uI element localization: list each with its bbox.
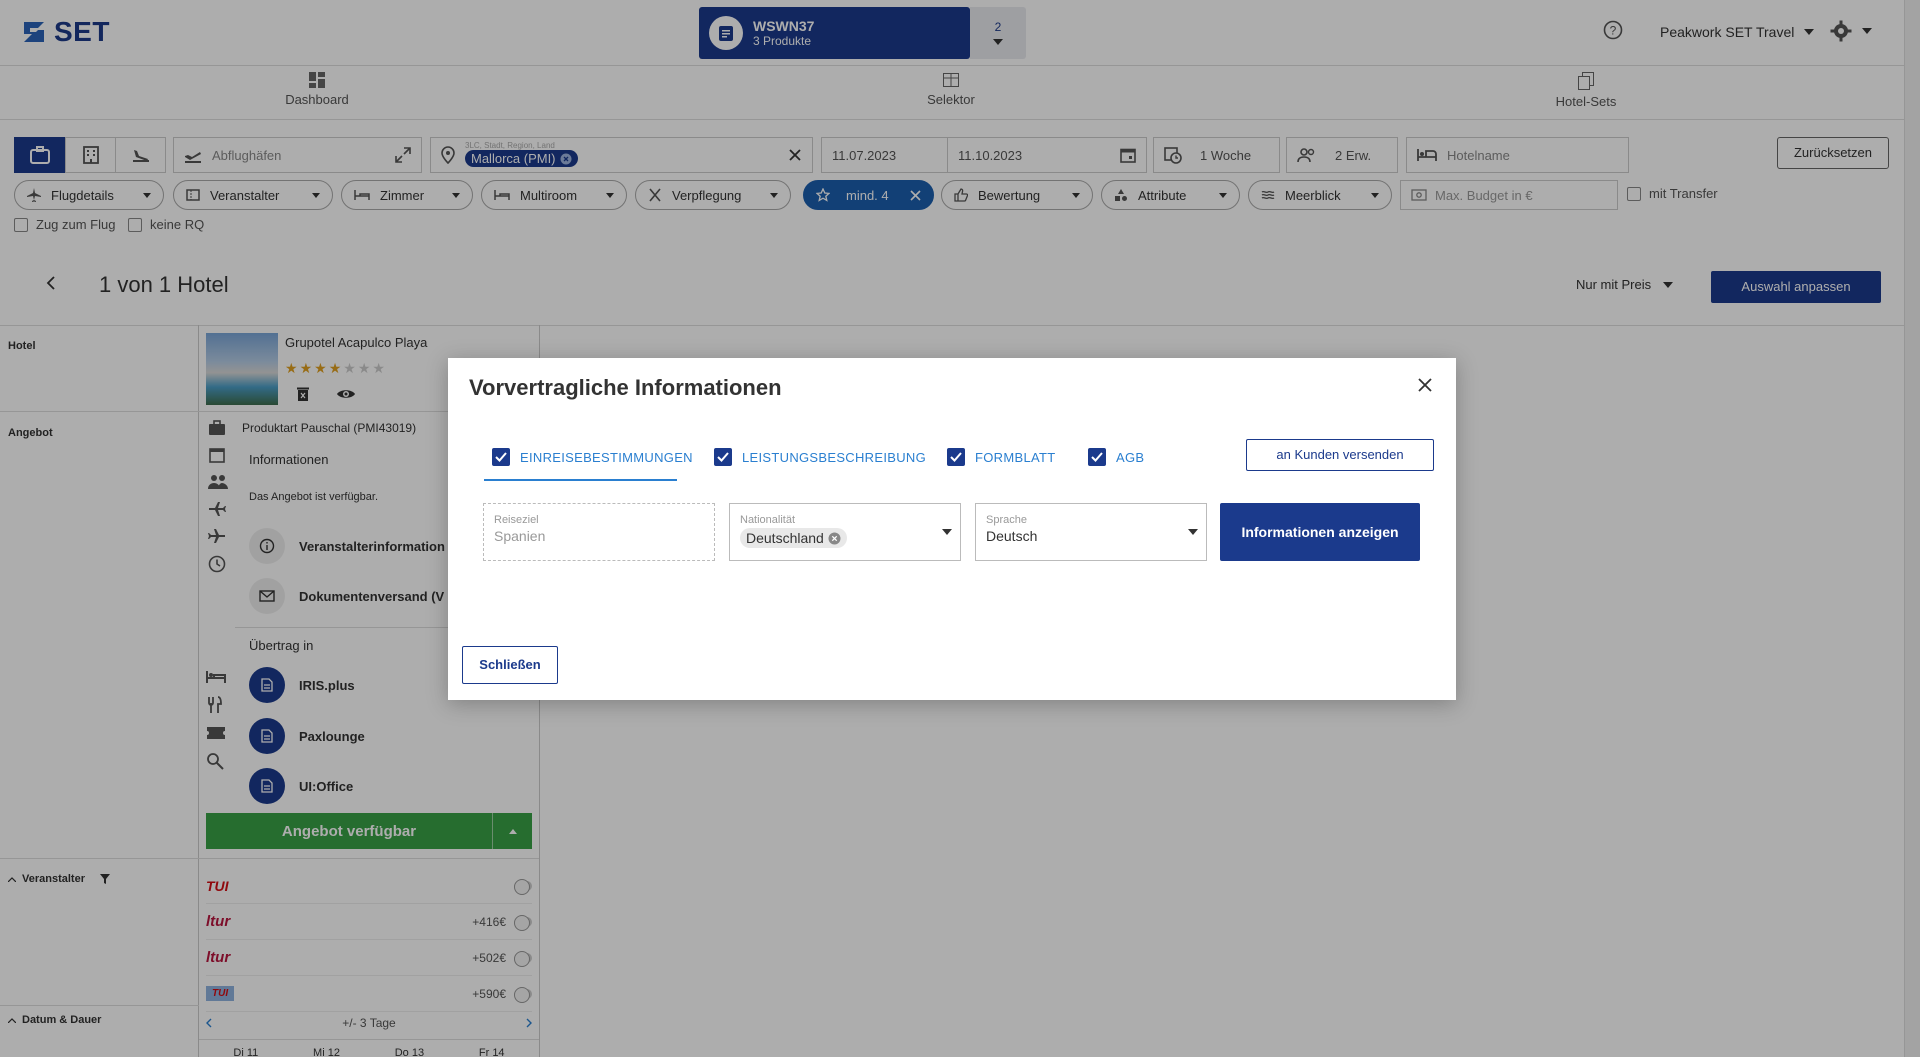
field-label: Nationalität — [740, 514, 796, 526]
close-icon[interactable] — [1418, 378, 1432, 392]
chip-remove-icon[interactable] — [828, 532, 841, 545]
tab-terms[interactable]: AGB — [1088, 448, 1144, 466]
tab-label: FORMBLATT — [975, 449, 1056, 465]
caret-down-icon — [942, 529, 952, 535]
checkbox-checked-icon[interactable] — [492, 448, 510, 466]
field-label: Reiseziel — [494, 514, 539, 526]
close-button[interactable]: Schließen — [462, 646, 558, 684]
nationality-chip[interactable]: Deutschland — [740, 528, 847, 548]
precontract-info-dialog: Vorvertragliche Informationen EINREISEBE… — [448, 358, 1456, 700]
tab-label: LEISTUNGSBESCHREIBUNG — [742, 449, 927, 465]
tab-form-sheet[interactable]: FORMBLATT — [947, 448, 1055, 466]
tab-entry-requirements[interactable]: EINREISEBESTIMMUNGEN — [492, 448, 693, 466]
send-to-customer-button[interactable]: an Kunden versenden — [1246, 439, 1434, 471]
tab-label: EINREISEBESTIMMUNGEN — [520, 449, 693, 465]
caret-down-icon — [1188, 529, 1198, 535]
show-information-button[interactable]: Informationen anzeigen — [1220, 503, 1420, 561]
checkbox-checked-icon[interactable] — [714, 448, 732, 466]
checkbox-checked-icon[interactable] — [1088, 448, 1106, 466]
field-label: Sprache — [986, 514, 1027, 526]
chip-label: Deutschland — [746, 530, 824, 546]
tab-service-description[interactable]: LEISTUNGSBESCHREIBUNG — [714, 448, 926, 466]
dialog-title: Vorvertragliche Informationen — [469, 375, 782, 400]
language-select[interactable]: Sprache Deutsch — [975, 503, 1207, 561]
destination-field: Reiseziel Spanien — [483, 503, 715, 561]
checkbox-checked-icon[interactable] — [947, 448, 965, 466]
nationality-select[interactable]: Nationalität Deutschland — [729, 503, 961, 561]
tab-label: AGB — [1116, 449, 1145, 465]
active-tab-indicator — [484, 479, 677, 481]
field-value: Spanien — [494, 528, 546, 544]
field-value: Deutsch — [986, 528, 1038, 544]
